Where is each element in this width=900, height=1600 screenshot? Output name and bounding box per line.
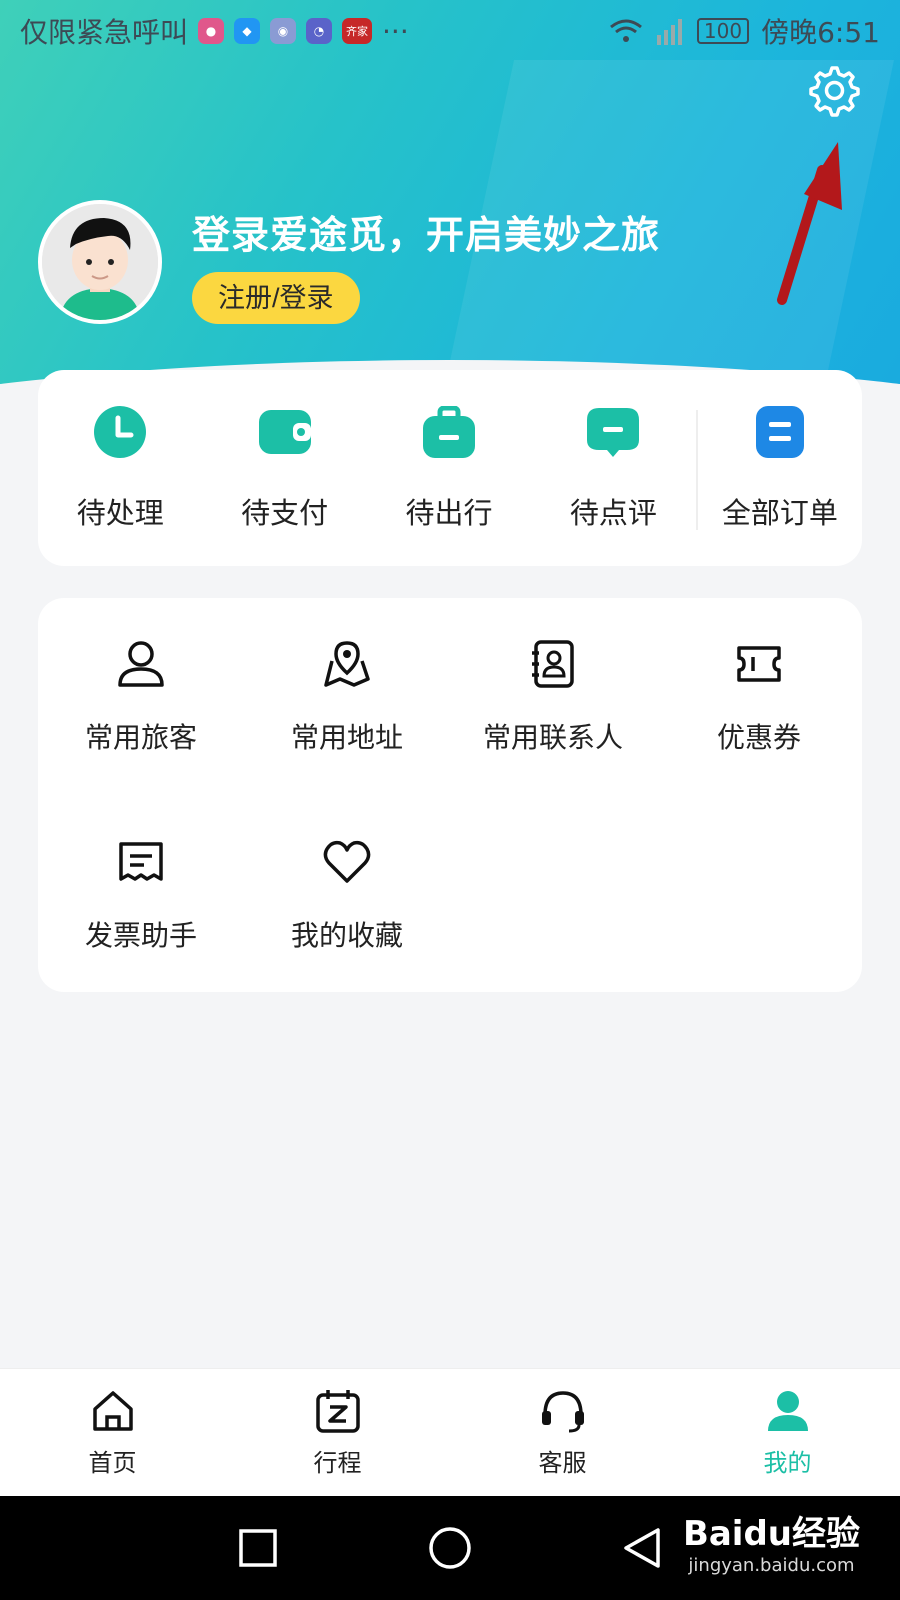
heart-icon <box>319 834 375 890</box>
status-time: 傍晚6:51 <box>761 16 880 49</box>
signal-icon <box>656 19 682 45</box>
tab-itinerary[interactable]: 行程 <box>225 1369 450 1496</box>
headset-icon <box>541 1391 584 1433</box>
tool-label: 常用地址 <box>290 721 403 754</box>
tab-mine[interactable]: 我的 <box>675 1369 900 1496</box>
tool-label: 优惠券 <box>716 721 801 754</box>
bottom-tab-bar: 首页 行程 客服 我的 <box>0 1368 900 1496</box>
notification-app-icon: ● <box>198 18 225 44</box>
order-to-pay[interactable]: 待支付 <box>202 370 366 566</box>
red-arrow-annotation <box>777 142 842 305</box>
register-login-button[interactable]: 注册/登录 <box>192 272 360 324</box>
recent-apps-icon[interactable] <box>238 1528 278 1568</box>
tool-label: 常用旅客 <box>84 721 197 754</box>
tool-frequent-travelers[interactable]: 常用旅客 <box>38 636 244 756</box>
coupon-icon <box>731 636 787 692</box>
tool-label: 发票助手 <box>84 919 197 952</box>
order-to-travel[interactable]: 待出行 <box>367 370 531 566</box>
orders-card: 待处理 待支付 待出行 待点评 全部订单 <box>38 370 862 566</box>
watermark-url: jingyan.baidu.com <box>688 1555 855 1576</box>
tab-customer-service[interactable]: 客服 <box>450 1369 675 1496</box>
order-all[interactable]: 全部订单 <box>698 370 862 566</box>
page-title: 登录爱途觅，开启美妙之旅 <box>192 213 661 257</box>
order-to-review[interactable]: 待点评 <box>531 370 695 566</box>
order-pending[interactable]: 待处理 <box>38 370 202 566</box>
avatar[interactable] <box>38 200 162 324</box>
contacts-icon <box>525 636 581 692</box>
tab-label: 行程 <box>313 1449 362 1477</box>
user-icon <box>767 1391 808 1431</box>
home-circle-icon[interactable] <box>428 1526 472 1570</box>
wallet-icon <box>258 406 311 458</box>
traveler-icon <box>113 636 169 692</box>
map-pin-icon <box>319 636 375 692</box>
suitcase-icon <box>423 406 476 458</box>
settings-gear-icon[interactable] <box>804 62 860 118</box>
order-label: 全部订单 <box>721 496 838 530</box>
order-label: 待点评 <box>569 496 657 530</box>
chart-app-icon: ◔ <box>306 18 333 44</box>
back-triangle-icon[interactable] <box>622 1526 662 1570</box>
baidu-watermark: Baidu经验 jingyan.baidu.com <box>683 1506 860 1576</box>
order-label: 待出行 <box>405 496 493 530</box>
order-label: 待处理 <box>76 496 164 530</box>
more-notifications-icon: ··· <box>382 14 409 48</box>
comment-icon <box>587 406 640 458</box>
invoice-icon <box>113 834 169 890</box>
tool-coupons[interactable]: 优惠券 <box>656 636 862 756</box>
tab-home[interactable]: 首页 <box>0 1369 225 1496</box>
shield-app-icon: ◆ <box>234 18 261 44</box>
orders-icon <box>754 406 806 458</box>
home-icon <box>92 1391 133 1431</box>
carrier-text: 仅限紧急呼叫 <box>20 16 189 49</box>
tool-label: 我的收藏 <box>290 919 403 952</box>
tool-my-favorites[interactable]: 我的收藏 <box>244 834 450 954</box>
tab-label: 客服 <box>538 1449 587 1477</box>
tab-label: 我的 <box>763 1449 812 1477</box>
qijia-app-icon: 齐家 <box>342 18 373 44</box>
wifi-icon <box>609 19 642 42</box>
tool-invoice-assistant[interactable]: 发票助手 <box>38 834 244 954</box>
tool-frequent-addresses[interactable]: 常用地址 <box>244 636 450 756</box>
itinerary-icon <box>315 1390 360 1433</box>
tool-label: 常用联系人 <box>482 721 623 754</box>
tools-card: 常用旅客 常用地址 常用联系人 优惠券 发票助手 我的收藏 <box>38 598 862 992</box>
tab-label: 首页 <box>88 1449 137 1477</box>
clock-icon <box>94 406 147 458</box>
notification-app-icon: ◉ <box>270 18 297 44</box>
tool-frequent-contacts[interactable]: 常用联系人 <box>450 636 656 756</box>
order-label: 待支付 <box>241 496 329 530</box>
watermark-main: Baidu经验 <box>682 1514 860 1554</box>
battery-indicator: 100 <box>696 18 750 44</box>
status-bar: 仅限紧急呼叫 ● ◆ ◉ ◔ 齐家 ··· 100 傍晚6:51 <box>0 0 900 62</box>
